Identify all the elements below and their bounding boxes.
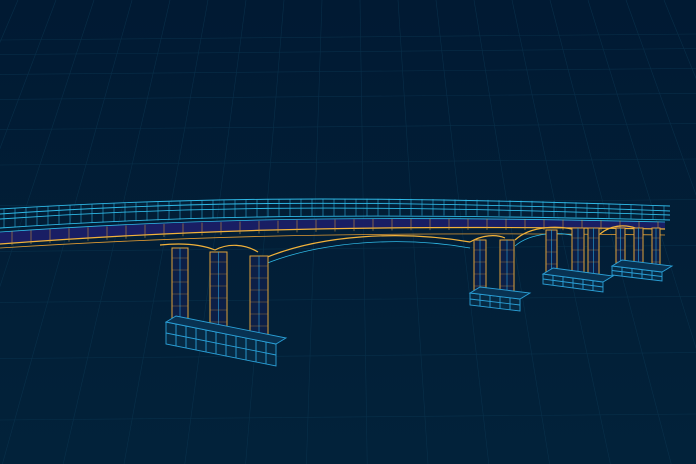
pier-8 xyxy=(587,227,600,279)
bridge-wireframe-render xyxy=(0,0,696,464)
pier-3 xyxy=(249,255,269,343)
pier-1 xyxy=(171,247,189,323)
pier-2 xyxy=(209,251,228,333)
pier-11 xyxy=(651,227,661,269)
